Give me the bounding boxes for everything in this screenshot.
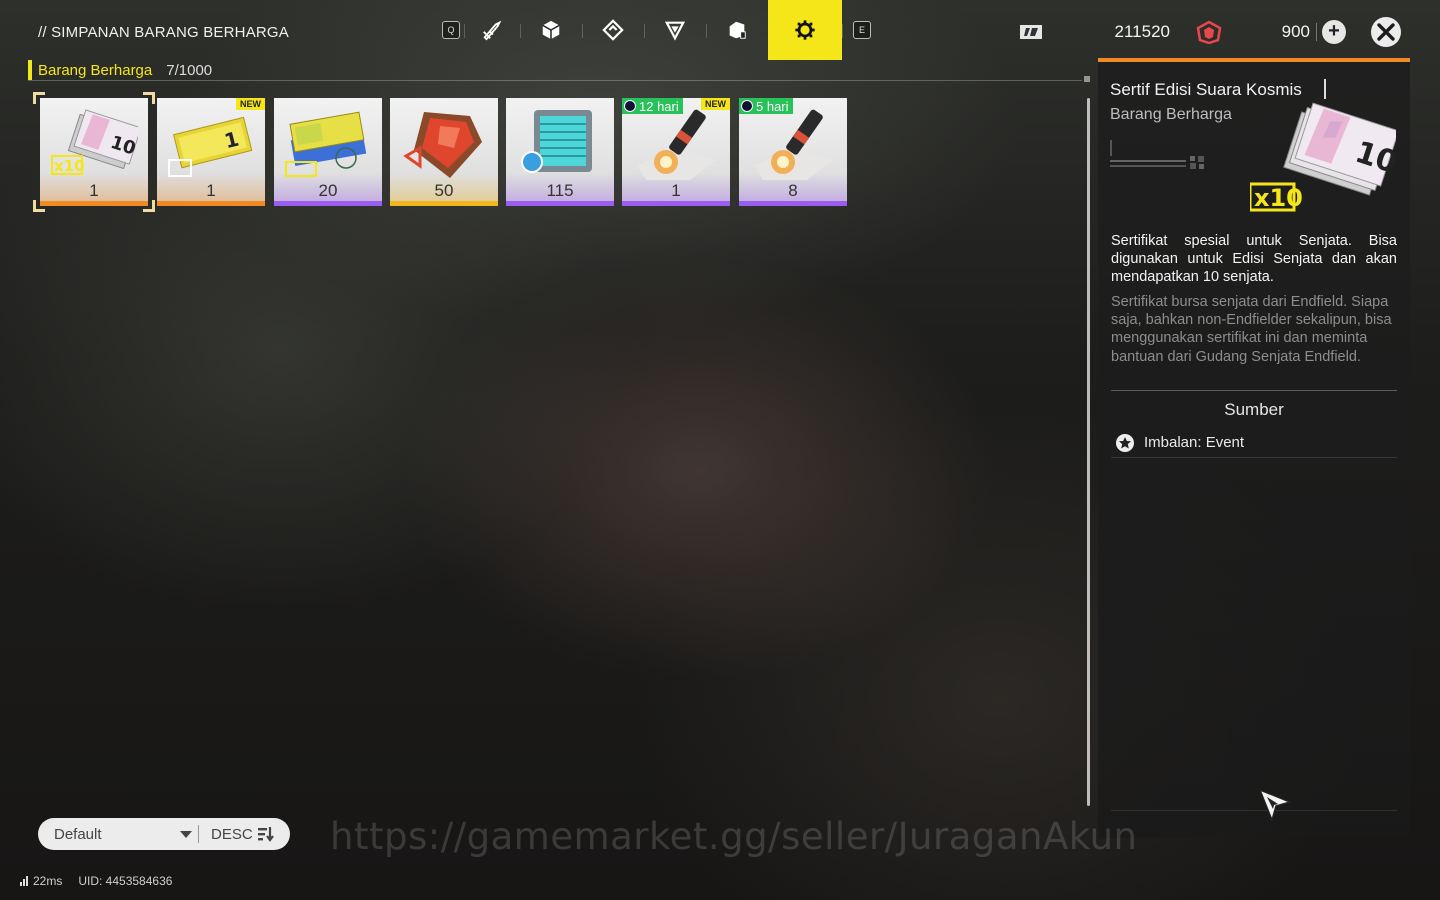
tab-box[interactable]: [706, 0, 768, 60]
timer-badge: 5 hari: [739, 98, 793, 114]
item-quantity: 50: [434, 181, 454, 200]
mouse-cursor-icon: [1258, 788, 1292, 822]
rarity-bar: [390, 201, 498, 206]
firework-icon: [632, 104, 720, 182]
category-count: 7/1000: [166, 61, 213, 79]
weapon-tab-icon: [483, 20, 502, 41]
uid-value: UID: 4453584636: [78, 874, 173, 888]
signal-icon: [20, 876, 29, 886]
sort-order-label: DESC: [211, 825, 253, 843]
watermark-text: https://gamemarket.gg/seller/JuraganAkun: [330, 815, 1138, 858]
category-divider-end: [1084, 76, 1090, 82]
exchange-ticket-icon: [284, 104, 372, 182]
item-slot[interactable]: 1 1 NEW: [157, 98, 265, 206]
rarity-bar: [274, 201, 382, 206]
status-footer: 22ms UID: 4453584636: [20, 874, 172, 888]
box-tab-icon: [729, 21, 746, 39]
chevron-down-icon: [180, 831, 192, 838]
sort-control: Default DESC: [38, 818, 290, 850]
category-marker: [28, 60, 32, 80]
item-quantity: 1: [206, 181, 216, 200]
weapon-ticket-x10-icon: 10 x10: [50, 104, 142, 182]
add-currency-button[interactable]: +: [1322, 20, 1346, 44]
item-quantity: 115: [546, 181, 574, 200]
item-slot[interactable]: 115: [506, 98, 614, 206]
e-key-icon: E: [853, 21, 871, 39]
rarity-bar: [40, 201, 148, 206]
ticket-amount: 211520: [1114, 22, 1170, 41]
origeometry-icon: [1194, 18, 1224, 46]
sort-selected: Default: [54, 825, 102, 843]
category-tabs: Q E: [438, 0, 882, 60]
category-label: Barang Berharga: [38, 61, 153, 79]
item-quantity: 1: [671, 181, 681, 200]
tab-gear[interactable]: [768, 0, 842, 60]
diamond-tab-icon: [602, 19, 624, 41]
rarity-bar: [739, 201, 847, 206]
timer-badge: 12 hari: [622, 98, 683, 114]
item-slot[interactable]: 8 5 hari: [739, 98, 847, 206]
new-badge: NEW: [236, 98, 265, 110]
tab-cube[interactable]: [520, 0, 582, 60]
clock-icon: [624, 100, 636, 112]
sort-order-toggle[interactable]: DESC: [199, 818, 290, 850]
svg-text:x10: x10: [1254, 184, 1303, 212]
item-slot[interactable]: 1 12 hari NEW: [622, 98, 730, 206]
weapon-ticket-x10-large-icon: 10 x10: [1250, 102, 1396, 212]
rarity-bar: [157, 201, 265, 206]
source-item-event[interactable]: Imbalan: Event: [1111, 428, 1397, 458]
ticket-icon: [1016, 18, 1046, 46]
yellow-ticket-icon: 1: [167, 104, 255, 182]
event-star-icon: [1116, 433, 1134, 452]
item-detail-panel: Sertif Edisi Suara Kosmis Barang Berharg…: [1098, 58, 1410, 838]
q-key-hint[interactable]: Q: [438, 0, 464, 60]
currency-divider: [1316, 23, 1317, 41]
item-quantity: 20: [318, 181, 338, 200]
category-header: Barang Berharga 7/1000: [28, 59, 212, 81]
ping-value: 22ms: [33, 874, 63, 888]
tab-triangle[interactable]: [644, 0, 706, 60]
svg-text:x10: x10: [54, 157, 85, 175]
item-slot[interactable]: 10 x10 1: [40, 98, 148, 206]
teal-module-icon: [516, 104, 604, 182]
item-slot[interactable]: 20: [274, 98, 382, 206]
top-bar: // SIMPANAN BARANG BERHARGA Q E 211520 9…: [0, 0, 1440, 62]
tab-weapon[interactable]: [464, 0, 520, 60]
tab-diamond[interactable]: [582, 0, 644, 60]
q-key-icon: Q: [442, 21, 460, 39]
detail-bottom-divider: [1111, 810, 1397, 811]
firework-icon: [749, 104, 837, 182]
rarity-bar: [622, 201, 730, 206]
scrollbar[interactable]: [1087, 98, 1090, 806]
detail-description: Sertifikat spesial untuk Senjata. Bisa d…: [1111, 233, 1397, 285]
category-divider: [28, 80, 1082, 81]
cube-tab-icon: [542, 20, 560, 40]
sort-desc-icon: [257, 827, 274, 842]
rarity-bar: [506, 201, 614, 206]
item-quantity: 1: [89, 181, 99, 200]
gear-tab-icon: [795, 20, 815, 40]
red-crystal-icon: [400, 104, 488, 182]
clock-icon: [741, 100, 753, 112]
source-label: Imbalan: Event: [1144, 434, 1245, 451]
close-icon: [1377, 23, 1395, 41]
currency-ticket: 211520: [1016, 18, 1172, 46]
origeometry-amount: 900: [1281, 22, 1310, 41]
page-title: // SIMPANAN BARANG BERHARGA: [38, 24, 290, 41]
timer-label: 5 hari: [756, 98, 789, 114]
detail-lore: Sertifikat bursa senjata dari Endfield. …: [1111, 294, 1392, 365]
barcode-decoration-icon: [1110, 140, 1204, 169]
new-badge: NEW: [701, 98, 730, 110]
timer-label: 12 hari: [639, 98, 679, 114]
source-title: Sumber: [1224, 400, 1284, 419]
item-quantity: 8: [788, 181, 798, 200]
currency-origeometry: 900 +: [1194, 18, 1354, 46]
close-button[interactable]: [1371, 17, 1401, 47]
detail-item-type: Barang Berharga: [1110, 106, 1232, 123]
triangle-tab-icon: [664, 21, 686, 41]
e-key-hint[interactable]: E: [842, 0, 882, 60]
detail-divider: [1111, 390, 1397, 391]
item-slot[interactable]: 50: [390, 98, 498, 206]
sort-dropdown[interactable]: Default: [38, 818, 198, 850]
